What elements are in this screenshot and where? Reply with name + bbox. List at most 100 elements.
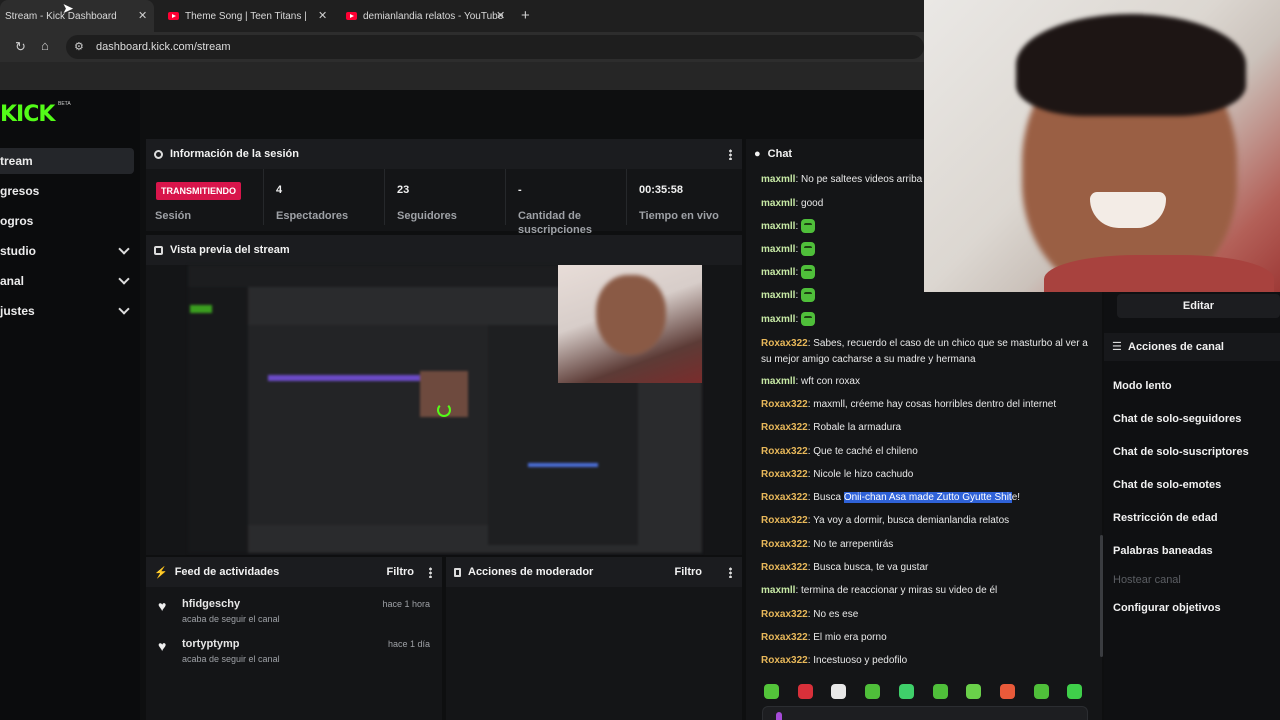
activity-user[interactable]: hfidgeschy <box>182 598 240 610</box>
browser-tab-teen-titans[interactable]: Theme Song | Teen Titans | Wa ✕ <box>160 0 332 32</box>
sidebar-item-canal[interactable]: anal <box>0 268 134 294</box>
chat-message: Roxax322: No te arrepentirás <box>761 537 1091 553</box>
activity-time: hace 1 hora <box>382 599 430 609</box>
bookmarks-bar <box>0 62 924 90</box>
emote-icon[interactable] <box>797 684 813 699</box>
filter-button[interactable]: Filtro <box>675 566 703 578</box>
emote-icon <box>801 288 816 303</box>
panel-title: Feed de actividades <box>174 566 280 578</box>
chat-username[interactable]: maxmll <box>761 376 795 387</box>
chat-username[interactable]: Roxax322 <box>761 609 808 620</box>
new-tab-button[interactable]: + <box>521 7 530 24</box>
panel-title: Chat <box>767 148 793 160</box>
status-column: TRANSMITIENDO Sesión <box>146 169 264 225</box>
close-icon[interactable]: ✕ <box>138 9 147 22</box>
kick-logo[interactable]: KICK <box>0 102 55 127</box>
chat-username[interactable]: Roxax322 <box>761 632 808 643</box>
chat-username[interactable]: Roxax322 <box>761 539 808 550</box>
activity-user[interactable]: tortyptymp <box>182 638 239 650</box>
emote-icon[interactable] <box>831 684 847 699</box>
banned-words-action[interactable]: Palabras baneadas <box>1113 545 1213 557</box>
chat-username[interactable]: Roxax322 <box>761 562 808 573</box>
chat-username[interactable]: maxmll <box>761 585 795 596</box>
slow-mode-action[interactable]: Modo lento <box>1113 380 1172 392</box>
chat-username[interactable]: maxmll <box>761 314 795 325</box>
edit-button[interactable]: Editar <box>1117 294 1280 318</box>
sidebar-item-ingresos[interactable]: gresos <box>0 178 134 204</box>
emote-icon[interactable] <box>898 684 914 699</box>
browser-tab-demianlandia[interactable]: demianlandia relatos - YouTube ✕ <box>338 0 514 32</box>
chat-message: Roxax322: Ya voy a dormir, busca demianl… <box>761 513 1091 529</box>
chat-username[interactable]: Roxax322 <box>761 338 808 349</box>
chat-text: Ya voy a dormir, busca demianlandia rela… <box>813 515 1010 526</box>
preview-icon <box>154 245 163 255</box>
chat-username[interactable]: Roxax322 <box>761 422 808 433</box>
close-icon[interactable]: ✕ <box>496 9 505 22</box>
tab-title: Theme Song | Teen Titans | Wa <box>185 10 309 22</box>
sidebar-item-label: ogros <box>0 214 34 228</box>
more-options-icon[interactable] <box>729 149 732 160</box>
emote-icon[interactable] <box>865 684 881 699</box>
emotes-only-action[interactable]: Chat de solo-emotes <box>1113 479 1221 491</box>
followers-only-action[interactable]: Chat de solo-seguidores <box>1113 413 1241 425</box>
stat-value: - <box>518 184 522 196</box>
chat-input[interactable] <box>762 706 1088 720</box>
age-restriction-action[interactable]: Restricción de edad <box>1113 512 1218 524</box>
panel-title: Información de la sesión <box>170 148 299 160</box>
loading-spinner-icon <box>437 403 451 417</box>
activity-time: hace 1 día <box>387 639 430 649</box>
sidebar-item-label: gresos <box>0 184 40 198</box>
emote-icon[interactable] <box>1033 684 1049 699</box>
chat-text: Incestuoso y pedofilo <box>813 655 908 666</box>
chat-username[interactable]: Roxax322 <box>761 492 808 503</box>
chat-username[interactable]: maxmll <box>761 290 795 301</box>
chat-username[interactable]: Roxax322 <box>761 515 808 526</box>
panel-header: Información de la sesión <box>146 139 742 169</box>
chat-text: Busca busca, te va gustar <box>813 562 929 573</box>
subscribers-only-action[interactable]: Chat de solo-suscriptores <box>1113 446 1249 458</box>
chat-message: Roxax322: Busca Onii-chan Asa made Zutto… <box>761 490 1091 506</box>
reload-icon[interactable]: ↻ <box>15 39 26 55</box>
chat-message: maxmll: No pe saltees videos arriba <box>761 172 927 188</box>
chat-scrollbar[interactable] <box>1100 535 1103 657</box>
chevron-down-icon <box>118 273 130 285</box>
emote-icon[interactable] <box>932 684 948 699</box>
emote-icon[interactable] <box>966 684 982 699</box>
sidebar-item-estudio[interactable]: studio <box>0 238 134 264</box>
more-options-icon[interactable] <box>729 567 732 578</box>
activity-action: acaba de seguir el canal <box>182 654 280 664</box>
close-icon[interactable]: ✕ <box>318 9 327 22</box>
site-settings-icon[interactable]: ⚙ <box>74 40 84 53</box>
chat-username[interactable]: maxmll <box>761 174 795 185</box>
filter-button[interactable]: Filtro <box>387 566 415 578</box>
chat-username[interactable]: Roxax322 <box>761 446 808 457</box>
heart-icon: ♥ <box>158 638 167 654</box>
chat-username[interactable]: maxmll <box>761 244 795 255</box>
emote-icon <box>801 242 816 257</box>
sidebar-item-stream[interactable]: tream <box>0 148 134 174</box>
home-icon[interactable]: ⌂ <box>41 38 49 53</box>
sidebar-item-ajustes[interactable]: justes <box>0 298 134 324</box>
chat-username[interactable]: maxmll <box>761 221 795 232</box>
chat-username[interactable]: Roxax322 <box>761 399 808 410</box>
status-label: Sesión <box>155 210 192 222</box>
chat-username[interactable]: maxmll <box>761 198 795 209</box>
emote-icon[interactable] <box>1067 684 1083 699</box>
browser-tab-kick-dashboard[interactable]: Stream - Kick Dashboard ✕ <box>0 0 154 32</box>
emote-icon <box>801 219 816 234</box>
chat-username[interactable]: Roxax322 <box>761 469 808 480</box>
more-options-icon[interactable] <box>429 567 432 578</box>
viewers-stat: 4 Espectadores <box>264 169 385 225</box>
channel-actions-title: Acciones de canal <box>1128 341 1224 353</box>
chat-username[interactable]: Roxax322 <box>761 655 808 666</box>
emote-icon[interactable] <box>999 684 1015 699</box>
webcam-shirt <box>1044 255 1274 292</box>
chat-text: El mio era porno <box>813 632 887 643</box>
chat-username[interactable]: maxmll <box>761 267 795 278</box>
emote-icon[interactable] <box>764 684 779 699</box>
sidebar-item-logros[interactable]: ogros <box>0 208 134 234</box>
chat-text: e! <box>1011 492 1021 503</box>
chevron-down-icon <box>118 243 130 255</box>
tab-title: demianlandia relatos - YouTube <box>363 10 504 22</box>
set-goals-action[interactable]: Configurar objetivos <box>1113 602 1221 614</box>
